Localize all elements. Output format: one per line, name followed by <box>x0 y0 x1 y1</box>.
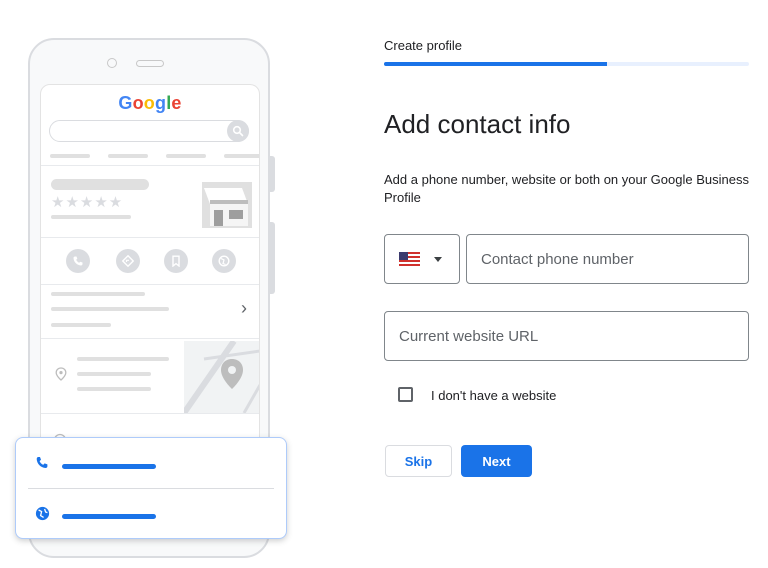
progress-bar-fill <box>384 62 607 66</box>
chevron-right-icon: › <box>241 298 247 318</box>
logo-letter-o2: o <box>143 93 155 113</box>
text-placeholder <box>51 323 111 327</box>
country-code-select[interactable] <box>384 234 460 284</box>
tab-placeholder <box>166 154 206 158</box>
tab-placeholder <box>224 154 259 158</box>
step-label: Create profile <box>384 38 463 53</box>
store-icon <box>202 182 252 228</box>
divider <box>41 413 259 414</box>
card-website-row <box>16 488 286 538</box>
phone-side-button <box>270 156 275 192</box>
logo-letter-o1: o <box>132 93 144 113</box>
page-description: Add a phone number, website or both on y… <box>384 172 749 205</box>
card-phone-row <box>16 438 286 488</box>
divider <box>41 237 259 238</box>
logo-letter-g: G <box>118 93 133 113</box>
page-title: Add contact info <box>384 109 571 139</box>
website-url-input[interactable] <box>385 312 748 360</box>
camera-dot <box>107 58 117 68</box>
tab-placeholder <box>108 154 148 158</box>
progress-bar <box>384 62 749 66</box>
text-placeholder <box>77 387 151 391</box>
website-url-field <box>384 311 749 361</box>
phone-icon <box>66 249 90 273</box>
phone-side-button <box>270 222 275 294</box>
no-website-label[interactable]: I don't have a website <box>431 388 556 403</box>
website-placeholder-line <box>62 514 156 519</box>
globe-icon <box>35 506 50 521</box>
logo-letter-e: e <box>171 93 182 113</box>
bookmark-icon <box>164 249 188 273</box>
phone-placeholder-line <box>62 464 156 469</box>
speaker-slot <box>136 60 164 67</box>
logo-letter-g2: g <box>154 93 167 113</box>
text-placeholder <box>77 357 169 361</box>
text-placeholder <box>51 292 145 296</box>
mock-search-bar <box>49 120 249 142</box>
divider <box>41 284 259 285</box>
tab-placeholder <box>50 154 90 158</box>
rating-stars: ★★★★★ <box>51 194 124 211</box>
divider <box>41 165 259 166</box>
contact-info-card <box>15 437 287 539</box>
text-placeholder <box>51 215 131 219</box>
dropdown-caret-icon <box>434 257 442 262</box>
text-placeholder <box>51 307 169 311</box>
us-flag-icon <box>399 252 420 266</box>
divider <box>41 338 259 339</box>
no-website-checkbox[interactable] <box>398 387 413 402</box>
directions-icon <box>116 249 140 273</box>
text-placeholder <box>77 372 151 376</box>
phone-number-field <box>466 234 749 284</box>
phone-icon <box>36 457 48 468</box>
map-thumbnail <box>181 339 259 415</box>
business-name-placeholder <box>51 179 149 190</box>
next-button[interactable]: Next <box>461 445 532 477</box>
phone-screen: Google ★★★★★ › <box>40 84 260 476</box>
website-icon <box>212 249 236 273</box>
phone-number-input[interactable] <box>467 235 748 283</box>
google-logo: Google <box>41 93 259 114</box>
location-pin-icon <box>55 367 67 381</box>
search-icon <box>227 120 249 142</box>
skip-button[interactable]: Skip <box>385 445 452 477</box>
